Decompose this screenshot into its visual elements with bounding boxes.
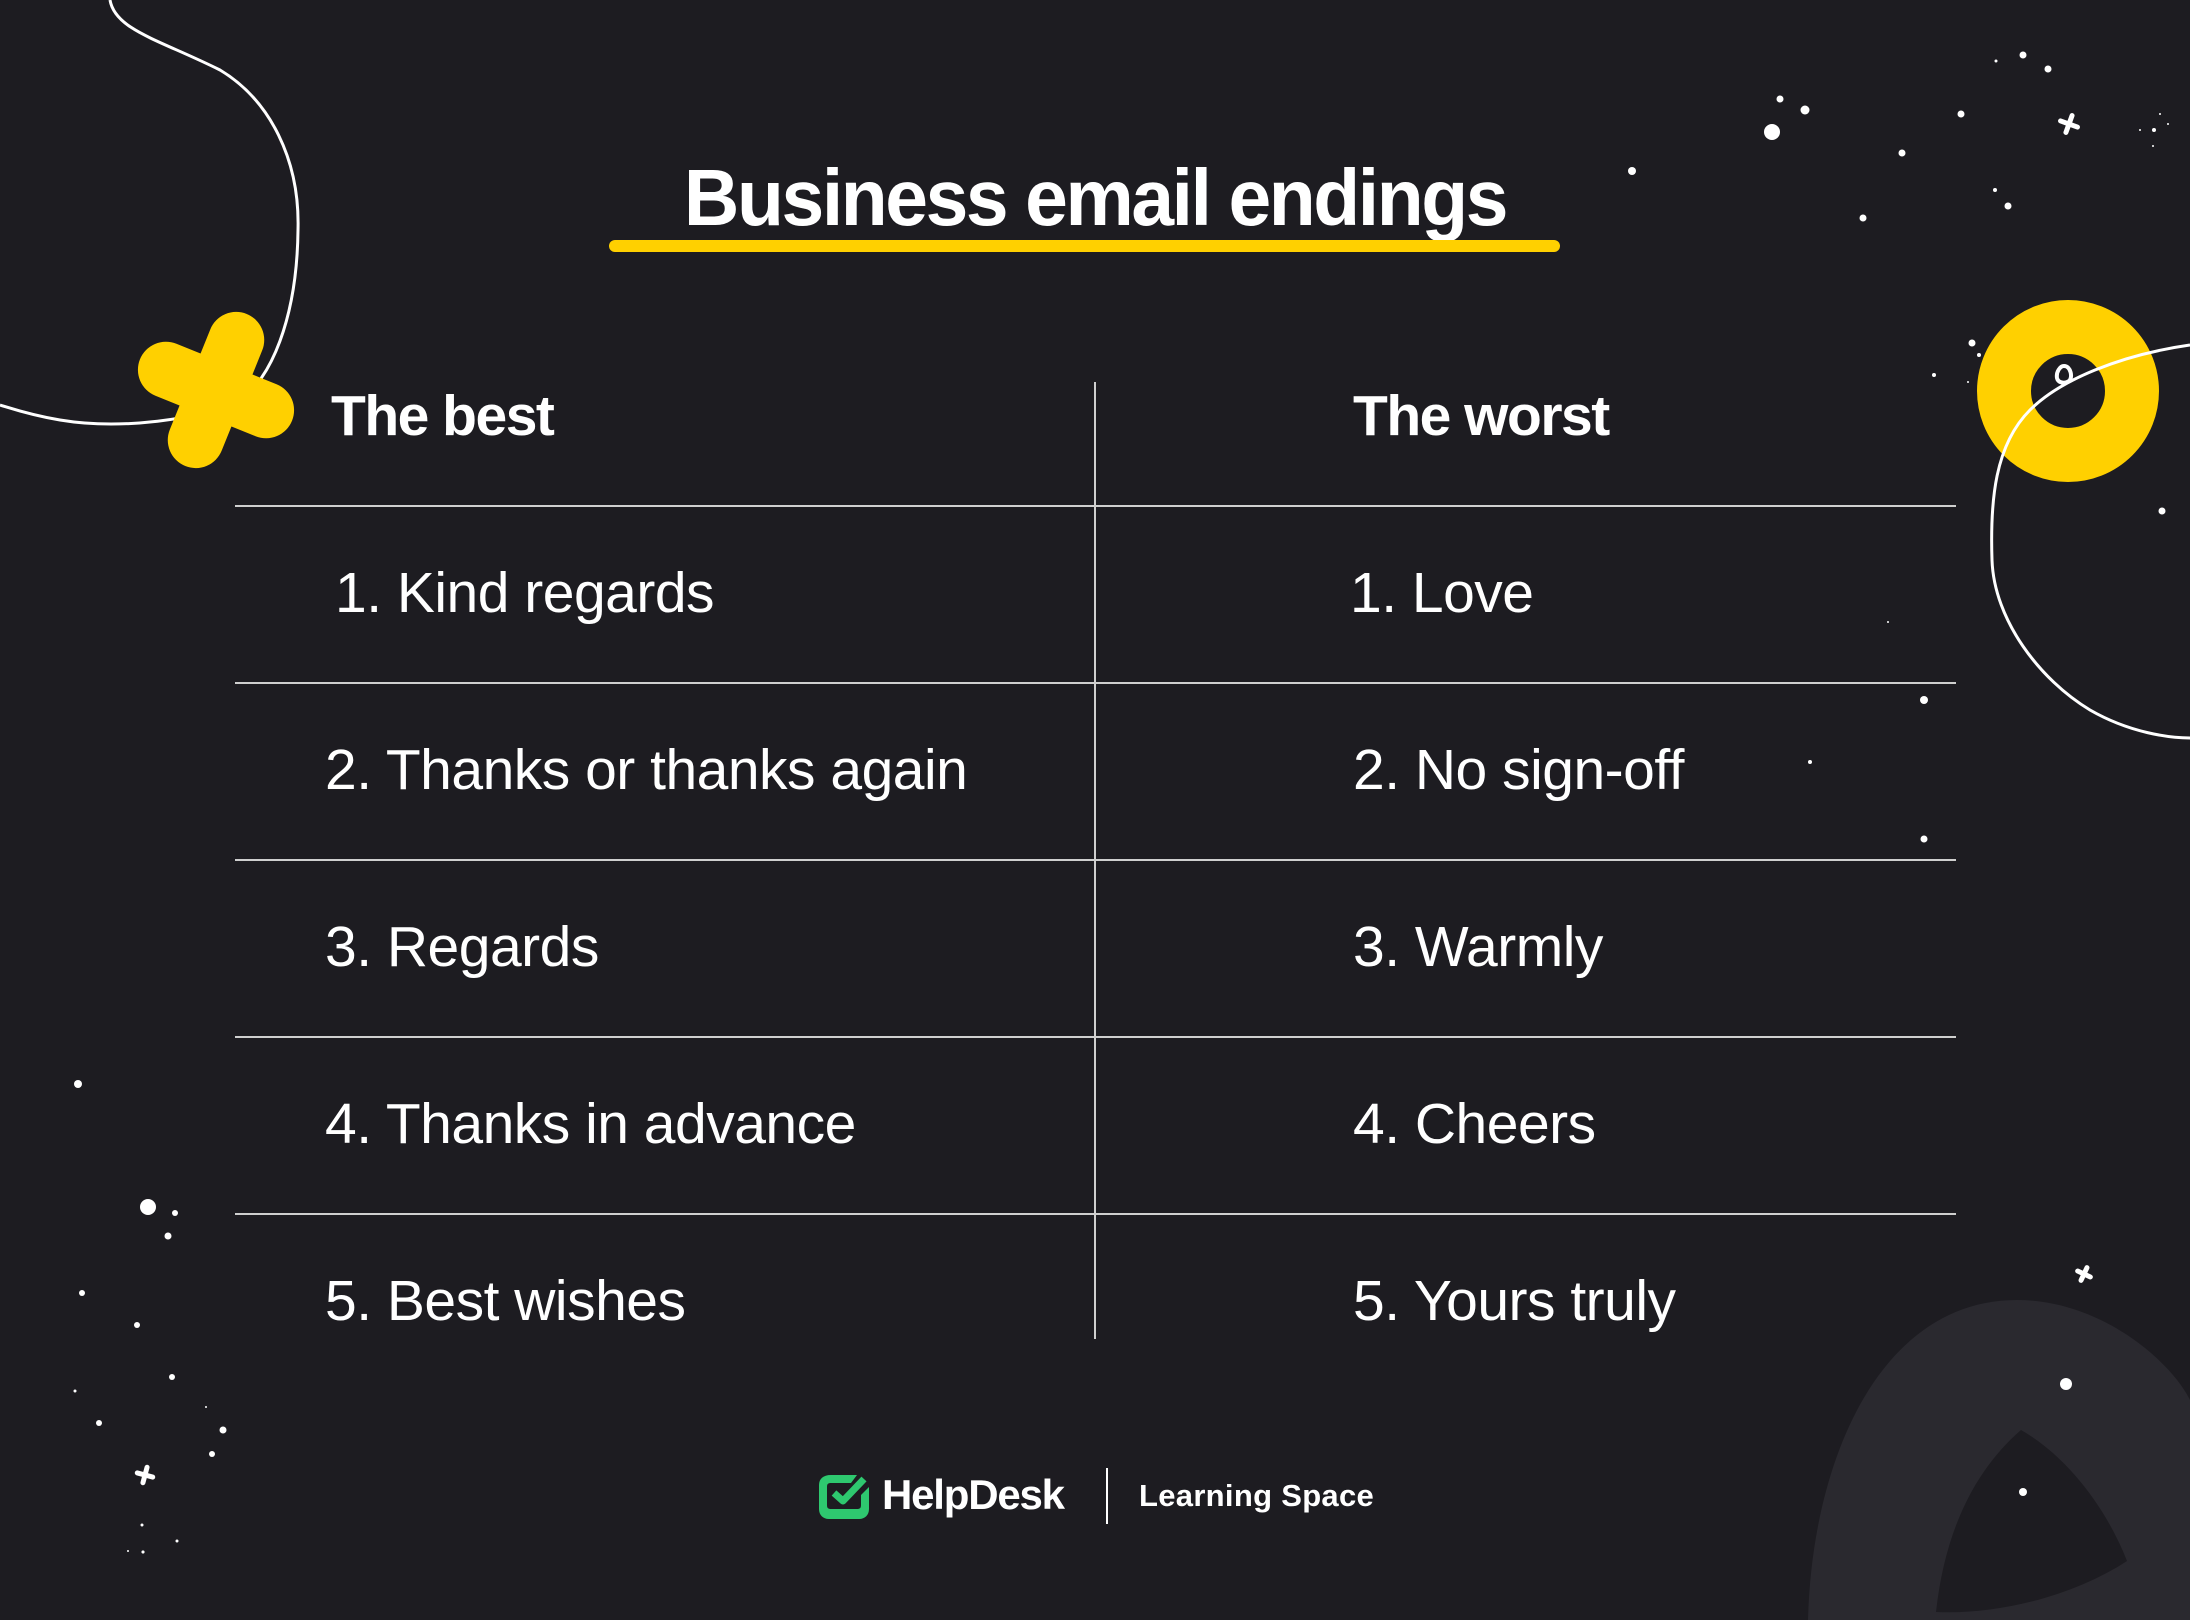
- arch-shape: [1808, 1300, 2190, 1620]
- table-cell-best: 5. Best wishes: [325, 1269, 686, 1333]
- page-title: Business email endings: [683, 153, 1509, 242]
- row-divider: [235, 1213, 1956, 1215]
- table-cell-best: 1. Kind regards: [335, 561, 715, 625]
- row-divider: [235, 682, 1956, 684]
- yellow-cross-shape: [137, 311, 295, 469]
- table-cell-best: 2. Thanks or thanks again: [325, 738, 968, 802]
- arch-inner-hole: [1936, 1430, 2127, 1613]
- decorative-curve-right: [1990, 343, 2190, 740]
- table-cell-worst: 3. Warmly: [1353, 915, 1603, 979]
- table-cell-worst: 5. Yours truly: [1353, 1269, 1676, 1333]
- table-cell-worst: 2. No sign-off: [1353, 738, 1684, 802]
- table-cell-best: 3. Regards: [325, 915, 599, 979]
- checkbox-check-icon: [819, 1475, 869, 1519]
- row-divider: [235, 1036, 1956, 1038]
- small-ring-shape: [2054, 363, 2074, 385]
- brand-subtitle: Learning Space: [1139, 1478, 1375, 1513]
- yellow-ring-shape: [1977, 300, 2159, 482]
- table-cell-worst: 1. Love: [1350, 561, 1534, 625]
- footer-separator: [1106, 1468, 1108, 1524]
- column-header-worst: The worst: [1353, 384, 1610, 448]
- table-cell-best: 4. Thanks in advance: [325, 1092, 856, 1156]
- row-divider: [235, 859, 1956, 861]
- title-underline: [609, 240, 1560, 252]
- row-divider: [235, 505, 1956, 507]
- brand-name: HelpDesk: [882, 1471, 1065, 1518]
- table-cell-worst: 4. Cheers: [1353, 1092, 1596, 1156]
- column-header-best: The best: [331, 384, 555, 448]
